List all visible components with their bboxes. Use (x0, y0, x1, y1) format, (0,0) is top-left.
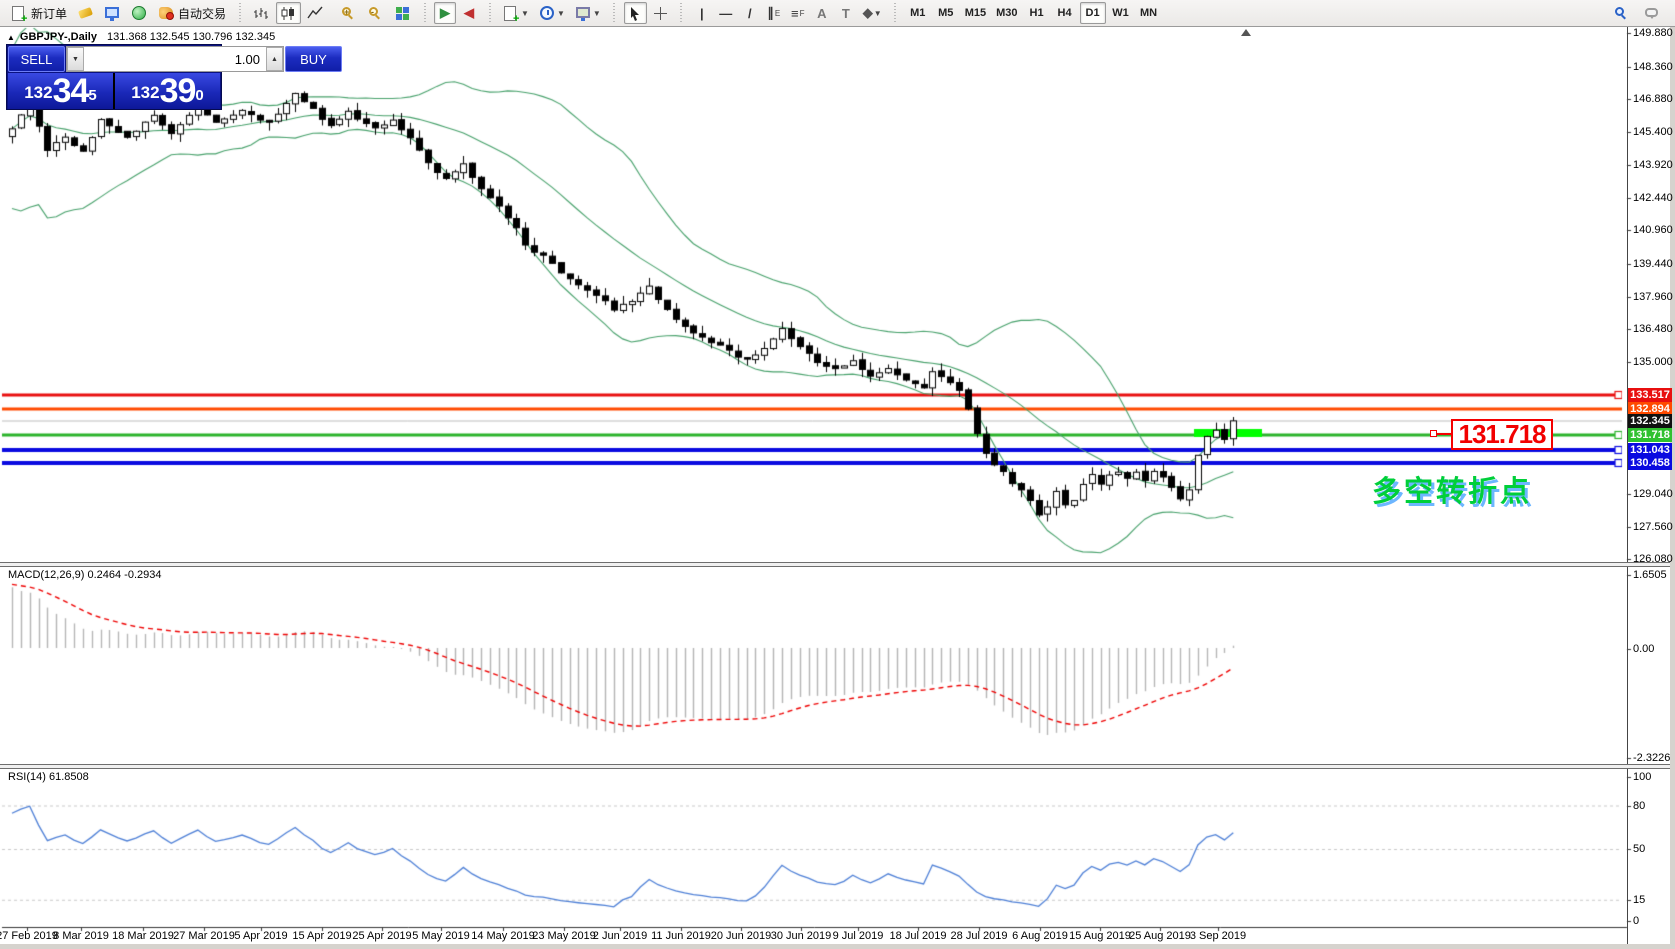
time-axis-label: 5 May 2019 (412, 930, 469, 942)
price-axis-label: 135.000 (1633, 356, 1673, 368)
sell-price-sup: 5 (88, 73, 96, 119)
price-tag-133517[interactable]: 133.517 (1628, 388, 1672, 402)
time-axis-label: 30 Jun 2019 (771, 930, 832, 942)
rsi-label: RSI(14) 61.8508 (8, 771, 89, 783)
rsi-axis-label: 50 (1633, 843, 1645, 855)
turning-point-annotation[interactable]: 多空转折点 (1372, 468, 1532, 510)
volume-decrease-button[interactable]: ▼ (67, 47, 84, 71)
time-axis-label: 14 May 2019 (471, 930, 535, 942)
time-axis-label: 6 Aug 2019 (1012, 930, 1068, 942)
ohlc-values: 131.368 132.545 130.796 132.345 (107, 31, 275, 43)
time-axis-label: 2 Jun 2019 (593, 930, 647, 942)
price-axis-label: 137.960 (1633, 291, 1673, 303)
price-tag-131043[interactable]: 131.043 (1628, 443, 1672, 457)
one-click-trading-panel: SELL ▼ ▲ BUY 132345 132390 (6, 44, 222, 110)
time-axis-label: 3 Sep 2019 (1190, 930, 1246, 942)
macd-axis-label: -2.3226 (1633, 752, 1670, 764)
price-axis-label: 148.360 (1633, 61, 1673, 73)
time-axis-label: 15 Aug 2019 (1069, 930, 1131, 942)
time-axis-label: 5 Apr 2019 (234, 930, 287, 942)
callout-anchor-handle[interactable] (1430, 430, 1437, 437)
mt4-window: + 新订单 自动交易 + - (0, 0, 1675, 949)
chart-title-row: ▲ GBPJPY-,Daily 131.368 132.545 130.796 13… (7, 31, 275, 43)
sell-price-base: 132 (24, 78, 52, 108)
price-axis-label: 143.920 (1633, 159, 1673, 171)
volume-input[interactable] (84, 47, 266, 71)
time-axis-label: 28 Jul 2019 (951, 930, 1008, 942)
time-axis-label: 18 Mar 2019 (112, 930, 174, 942)
price-tag-131718[interactable]: 131.718 (1628, 428, 1672, 442)
time-axis-label: 27 Mar 2019 (173, 930, 235, 942)
price-axis-label: 140.960 (1633, 224, 1673, 236)
time-axis-label: 11 Jun 2019 (651, 930, 711, 942)
time-axis-label: 9 Jul 2019 (833, 930, 884, 942)
sell-button[interactable]: SELL (8, 46, 65, 72)
price-axis-label: 139.440 (1633, 258, 1673, 270)
price-axis-label: 127.560 (1633, 521, 1673, 533)
price-axis-label: 129.040 (1633, 488, 1673, 500)
volume-stepper: ▼ ▲ (66, 46, 284, 72)
price-axis-label: 145.400 (1633, 126, 1673, 138)
volume-increase-button[interactable]: ▲ (266, 47, 283, 71)
rsi-axis-label: 80 (1633, 800, 1645, 812)
price-tag-132345[interactable]: 132.345 (1628, 414, 1672, 428)
buy-price-quote[interactable]: 132390 (115, 73, 220, 109)
sell-price-quote[interactable]: 132345 (8, 73, 113, 109)
price-axis-label: 136.480 (1633, 323, 1673, 335)
price-tag-130458[interactable]: 130.458 (1628, 456, 1672, 470)
axis-border-line (1627, 27, 1628, 944)
time-axis-label: 25 Apr 2019 (352, 930, 411, 942)
callout-connector-line (1437, 433, 1451, 435)
buy-price-base: 132 (131, 78, 159, 108)
macd-axis-label: 0.00 (1633, 643, 1654, 655)
macd-label: MACD(12,26,9) 0.2464 -0.2934 (8, 569, 161, 581)
time-axis-label: 27 Feb 2019 (0, 930, 58, 942)
time-axis-label: 23 May 2019 (532, 930, 596, 942)
price-callout-box[interactable]: 131.718 (1451, 419, 1553, 450)
price-axis-label: 146.880 (1633, 93, 1673, 105)
price-axis-label: 149.880 (1633, 27, 1673, 39)
chart-shift-marker-icon[interactable] (1241, 29, 1251, 36)
time-axis-label: 8 Mar 2019 (53, 930, 109, 942)
window-frame-bottom (0, 944, 1675, 949)
sell-price-big: 34 (53, 74, 89, 108)
buy-button[interactable]: BUY (285, 46, 342, 72)
price-axis-label: 142.440 (1633, 192, 1673, 204)
macd-pane-separator[interactable] (0, 562, 1670, 567)
buy-price-sup: 0 (195, 73, 203, 119)
rsi-axis-label: 15 (1633, 894, 1645, 906)
collapse-arrow-icon[interactable]: ▲ (7, 33, 15, 42)
buy-price-big: 39 (160, 74, 196, 108)
time-axis-label: 25 Aug 2019 (1129, 930, 1191, 942)
time-axis-label: 20 Jun 2019 (711, 930, 772, 942)
symbol-label: GBPJPY-,Daily (20, 31, 97, 43)
rsi-pane-separator[interactable] (0, 764, 1670, 769)
rsi-axis-label: 100 (1633, 771, 1651, 783)
macd-axis-label: 1.6505 (1633, 569, 1667, 581)
time-axis-label: 18 Jul 2019 (890, 930, 947, 942)
time-axis-label: 15 Apr 2019 (292, 930, 351, 942)
rsi-axis-label: 0 (1633, 915, 1639, 927)
